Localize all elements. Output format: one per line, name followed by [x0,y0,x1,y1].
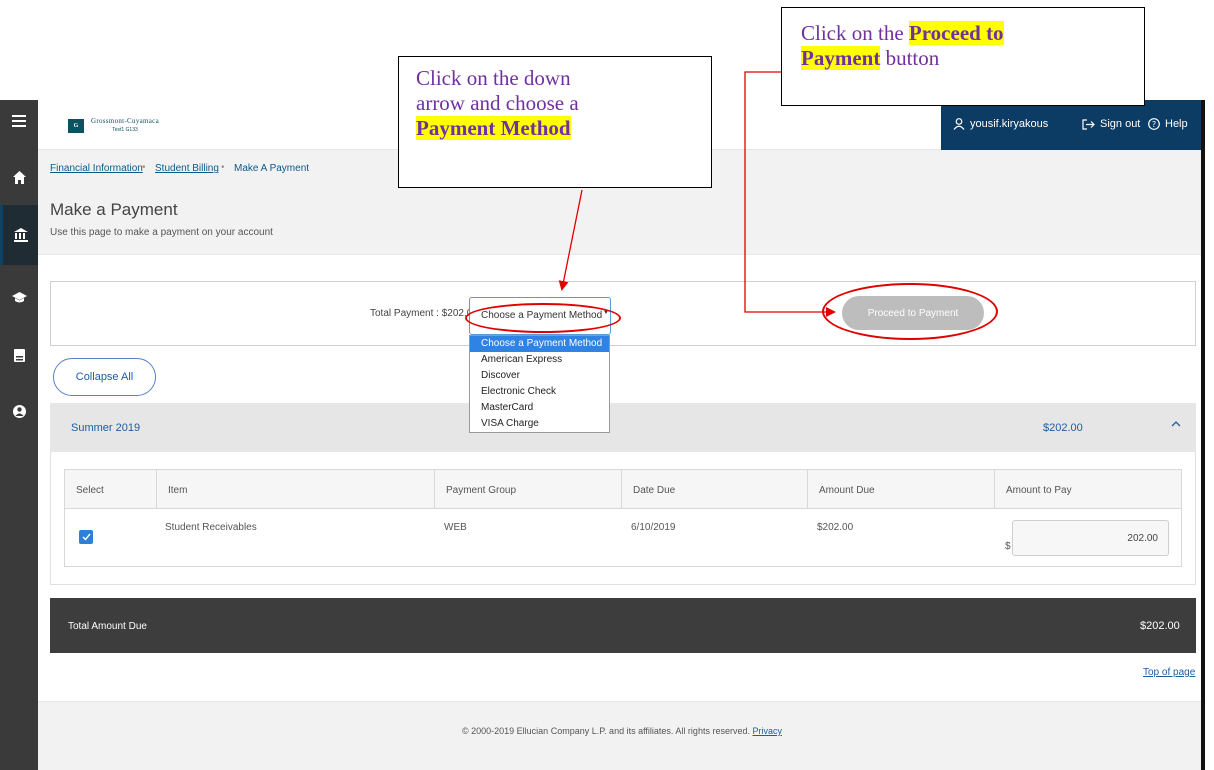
breadcrumb-financial-information[interactable]: Financial Information [50,163,143,174]
callout-proceed-to-payment: Click on the Proceed to Payment button [781,7,1145,106]
breadcrumb-separator: • [142,162,146,173]
total-amount-due-bar: Total Amount Due $202.00 [50,598,1196,653]
window-edge [1201,100,1205,770]
logo-name: Grossmont-Cuyamaca [91,117,159,125]
payment-method-option[interactable]: MasterCard [470,400,609,416]
chevron-up-icon[interactable] [1171,420,1181,428]
callout-text-line: arrow and choose a [416,91,579,115]
payment-method-option[interactable]: VISA Charge [470,416,609,432]
footer-copyright: © 2000-2019 Ellucian Company L.P. and it… [462,726,782,736]
callout-text: button [880,46,940,70]
term-name: Summer 2019 [71,422,141,434]
item-cell: Student Receivables [165,522,257,533]
logo-mark: G [68,119,84,133]
graduation-cap-icon[interactable] [0,282,38,312]
select-row-checkbox[interactable] [79,530,93,544]
total-amount-due-label: Total Amount Due [68,621,147,632]
table-header-row: Select Item Payment Group Date Due Amoun… [65,470,1181,509]
callout-text-line: Click on the down [416,66,571,90]
college-logo[interactable]: G Grossmont-Cuyamaca Test1 G133 [68,117,159,135]
document-icon[interactable] [0,340,38,370]
left-nav-rail [0,100,38,770]
total-amount-due-value: $202.00 [1140,620,1180,632]
page-title: Make a Payment [50,200,178,219]
payment-method-panel [50,281,1196,346]
sign-out-label: Sign out [1100,118,1141,130]
payment-group-cell: WEB [444,522,467,533]
top-of-page-link[interactable]: Top of page [1143,667,1195,678]
logo-subtitle: Test1 G133 [112,127,138,133]
callout-highlight: Payment Method [416,116,571,140]
breadcrumb-current: Make A Payment [234,163,310,174]
column-header-amount-due: Amount Due [808,470,995,509]
finance-bank-icon[interactable] [0,205,38,265]
charges-table: Select Item Payment Group Date Due Amoun… [64,469,1182,567]
collapse-all-button[interactable]: Collapse All [53,358,156,396]
amount-due-cell: $202.00 [817,522,854,533]
svg-text:?: ? [1152,120,1156,129]
column-header-date-due: Date Due [622,470,808,509]
payment-method-options: Choose a Payment Method American Express… [469,335,610,433]
help-button[interactable]: ? Help [1148,118,1188,130]
callout-highlight: Payment [801,46,881,70]
column-header-payment-group: Payment Group [435,470,622,509]
page-subtitle: Use this page to make a payment on your … [50,227,273,238]
user-toolbar: yousif.kiryakous Sign out ? Help [941,100,1201,150]
menu-icon[interactable] [0,106,38,136]
copyright-text: © 2000-2019 Ellucian Company L.P. and it… [462,726,750,736]
user-menu[interactable]: yousif.kiryakous [953,118,1048,130]
breadcrumb-student-billing[interactable]: Student Billing [155,163,219,174]
term-amount: $202.00 [1043,422,1083,434]
column-header-item: Item [157,470,435,509]
help-label: Help [1165,118,1188,130]
title-band: Make a Payment Use this page to make a p… [38,185,1201,255]
user-circle-icon[interactable] [0,396,38,426]
callout-highlight: Proceed to [908,21,1004,45]
annotation-ellipse-select [465,303,621,333]
callout-text: Click on the [801,21,909,45]
home-icon[interactable] [0,162,38,192]
sign-out-icon [1082,118,1095,130]
checkmark-icon [82,533,91,541]
sign-out-button[interactable]: Sign out [1082,118,1140,130]
date-due-cell: 6/10/2019 [631,522,676,533]
payment-method-option[interactable]: American Express [470,352,609,368]
payment-method-option[interactable]: Discover [470,368,609,384]
payment-method-option[interactable]: Choose a Payment Method [470,336,609,352]
total-payment-label: Total Payment : $202.00 [370,308,478,319]
privacy-link[interactable]: Privacy [752,726,782,736]
user-icon [953,118,965,130]
payment-method-option[interactable]: Electronic Check [470,384,609,400]
breadcrumb-separator: • [221,162,225,173]
column-header-select: Select [65,470,157,509]
help-icon: ? [1148,118,1160,130]
term-header[interactable]: Summer 2019 $202.00 [50,403,1196,452]
currency-prefix: $ [1005,541,1011,552]
page-footer: © 2000-2019 Ellucian Company L.P. and it… [38,701,1201,770]
column-header-amount-to-pay: Amount to Pay [1006,485,1072,496]
logo-text: Grossmont-Cuyamaca Test1 G133 [91,117,159,135]
amount-to-pay-input[interactable] [1012,520,1169,556]
callout-payment-method: Click on the down arrow and choose a Pay… [398,56,712,188]
user-name: yousif.kiryakous [970,118,1049,130]
annotation-ellipse-proceed [822,283,998,340]
